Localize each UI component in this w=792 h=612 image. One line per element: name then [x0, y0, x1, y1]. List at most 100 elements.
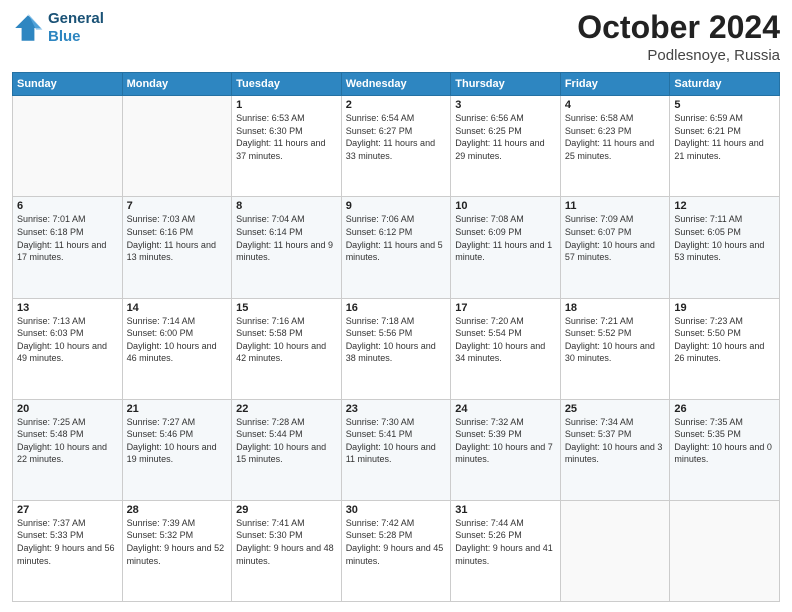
logo-text: General Blue: [48, 10, 104, 46]
title-block: October 2024 Podlesnoye, Russia: [577, 10, 780, 64]
calendar-cell: 20 Sunrise: 7:25 AMSunset: 5:48 PMDaylig…: [13, 399, 123, 500]
calendar-cell: 29 Sunrise: 7:41 AMSunset: 5:30 PMDaylig…: [232, 500, 342, 601]
calendar-week-row-3: 13 Sunrise: 7:13 AMSunset: 6:03 PMDaylig…: [13, 298, 780, 399]
day-number: 21: [127, 403, 228, 415]
day-number: 31: [455, 504, 556, 516]
day-number: 9: [346, 200, 447, 212]
day-number: 10: [455, 200, 556, 212]
calendar-cell: 21 Sunrise: 7:27 AMSunset: 5:46 PMDaylig…: [122, 399, 232, 500]
day-number: 20: [17, 403, 118, 415]
day-number: 13: [17, 302, 118, 314]
col-monday: Monday: [122, 73, 232, 96]
calendar-cell: 14 Sunrise: 7:14 AMSunset: 6:00 PMDaylig…: [122, 298, 232, 399]
day-number: 17: [455, 302, 556, 314]
day-number: 27: [17, 504, 118, 516]
day-info: Sunrise: 7:03 AMSunset: 6:16 PMDaylight:…: [127, 213, 228, 263]
col-sunday: Sunday: [13, 73, 123, 96]
calendar-cell: 23 Sunrise: 7:30 AMSunset: 5:41 PMDaylig…: [341, 399, 451, 500]
day-number: 29: [236, 504, 337, 516]
calendar-cell: 28 Sunrise: 7:39 AMSunset: 5:32 PMDaylig…: [122, 500, 232, 601]
day-info: Sunrise: 7:32 AMSunset: 5:39 PMDaylight:…: [455, 416, 556, 466]
day-number: 28: [127, 504, 228, 516]
day-info: Sunrise: 7:44 AMSunset: 5:26 PMDaylight:…: [455, 517, 556, 567]
calendar-cell: 6 Sunrise: 7:01 AMSunset: 6:18 PMDayligh…: [13, 197, 123, 298]
calendar-cell: 30 Sunrise: 7:42 AMSunset: 5:28 PMDaylig…: [341, 500, 451, 601]
calendar-cell: 27 Sunrise: 7:37 AMSunset: 5:33 PMDaylig…: [13, 500, 123, 601]
calendar-header-row: Sunday Monday Tuesday Wednesday Thursday…: [13, 73, 780, 96]
calendar-cell: 5 Sunrise: 6:59 AMSunset: 6:21 PMDayligh…: [670, 96, 780, 197]
day-info: Sunrise: 7:39 AMSunset: 5:32 PMDaylight:…: [127, 517, 228, 567]
col-wednesday: Wednesday: [341, 73, 451, 96]
logo: General Blue: [12, 10, 104, 46]
calendar-cell: 7 Sunrise: 7:03 AMSunset: 6:16 PMDayligh…: [122, 197, 232, 298]
day-number: 3: [455, 99, 556, 111]
calendar-week-row-2: 6 Sunrise: 7:01 AMSunset: 6:18 PMDayligh…: [13, 197, 780, 298]
day-info: Sunrise: 7:08 AMSunset: 6:09 PMDaylight:…: [455, 213, 556, 263]
day-info: Sunrise: 7:09 AMSunset: 6:07 PMDaylight:…: [565, 213, 666, 263]
day-number: 18: [565, 302, 666, 314]
day-number: 30: [346, 504, 447, 516]
calendar-cell: 19 Sunrise: 7:23 AMSunset: 5:50 PMDaylig…: [670, 298, 780, 399]
calendar-week-row-5: 27 Sunrise: 7:37 AMSunset: 5:33 PMDaylig…: [13, 500, 780, 601]
calendar-cell: 1 Sunrise: 6:53 AMSunset: 6:30 PMDayligh…: [232, 96, 342, 197]
day-info: Sunrise: 7:42 AMSunset: 5:28 PMDaylight:…: [346, 517, 447, 567]
calendar-cell: [122, 96, 232, 197]
day-number: 14: [127, 302, 228, 314]
calendar-cell: 2 Sunrise: 6:54 AMSunset: 6:27 PMDayligh…: [341, 96, 451, 197]
day-number: 8: [236, 200, 337, 212]
day-info: Sunrise: 6:59 AMSunset: 6:21 PMDaylight:…: [674, 112, 775, 162]
day-info: Sunrise: 7:35 AMSunset: 5:35 PMDaylight:…: [674, 416, 775, 466]
day-info: Sunrise: 7:04 AMSunset: 6:14 PMDaylight:…: [236, 213, 337, 263]
day-number: 23: [346, 403, 447, 415]
logo-icon: [12, 12, 44, 44]
day-number: 15: [236, 302, 337, 314]
day-info: Sunrise: 7:18 AMSunset: 5:56 PMDaylight:…: [346, 315, 447, 365]
header: General Blue October 2024 Podlesnoye, Ru…: [12, 10, 780, 64]
day-info: Sunrise: 7:37 AMSunset: 5:33 PMDaylight:…: [17, 517, 118, 567]
day-info: Sunrise: 7:14 AMSunset: 6:00 PMDaylight:…: [127, 315, 228, 365]
day-number: 4: [565, 99, 666, 111]
location-title: Podlesnoye, Russia: [577, 47, 780, 64]
calendar-cell: 18 Sunrise: 7:21 AMSunset: 5:52 PMDaylig…: [560, 298, 670, 399]
day-number: 16: [346, 302, 447, 314]
day-info: Sunrise: 6:54 AMSunset: 6:27 PMDaylight:…: [346, 112, 447, 162]
calendar-cell: 13 Sunrise: 7:13 AMSunset: 6:03 PMDaylig…: [13, 298, 123, 399]
day-number: 12: [674, 200, 775, 212]
calendar-cell: 31 Sunrise: 7:44 AMSunset: 5:26 PMDaylig…: [451, 500, 561, 601]
day-number: 22: [236, 403, 337, 415]
day-info: Sunrise: 7:06 AMSunset: 6:12 PMDaylight:…: [346, 213, 447, 263]
day-number: 6: [17, 200, 118, 212]
day-number: 7: [127, 200, 228, 212]
day-info: Sunrise: 6:56 AMSunset: 6:25 PMDaylight:…: [455, 112, 556, 162]
day-info: Sunrise: 7:20 AMSunset: 5:54 PMDaylight:…: [455, 315, 556, 365]
col-friday: Friday: [560, 73, 670, 96]
calendar-cell: 9 Sunrise: 7:06 AMSunset: 6:12 PMDayligh…: [341, 197, 451, 298]
day-number: 26: [674, 403, 775, 415]
calendar-cell: 25 Sunrise: 7:34 AMSunset: 5:37 PMDaylig…: [560, 399, 670, 500]
calendar-cell: [670, 500, 780, 601]
calendar-cell: 16 Sunrise: 7:18 AMSunset: 5:56 PMDaylig…: [341, 298, 451, 399]
day-info: Sunrise: 7:41 AMSunset: 5:30 PMDaylight:…: [236, 517, 337, 567]
day-info: Sunrise: 7:11 AMSunset: 6:05 PMDaylight:…: [674, 213, 775, 263]
calendar-cell: 22 Sunrise: 7:28 AMSunset: 5:44 PMDaylig…: [232, 399, 342, 500]
calendar-cell: 11 Sunrise: 7:09 AMSunset: 6:07 PMDaylig…: [560, 197, 670, 298]
day-info: Sunrise: 7:13 AMSunset: 6:03 PMDaylight:…: [17, 315, 118, 365]
day-number: 25: [565, 403, 666, 415]
day-info: Sunrise: 6:53 AMSunset: 6:30 PMDaylight:…: [236, 112, 337, 162]
day-info: Sunrise: 7:16 AMSunset: 5:58 PMDaylight:…: [236, 315, 337, 365]
calendar-cell: 10 Sunrise: 7:08 AMSunset: 6:09 PMDaylig…: [451, 197, 561, 298]
col-thursday: Thursday: [451, 73, 561, 96]
calendar-table: Sunday Monday Tuesday Wednesday Thursday…: [12, 72, 780, 602]
day-info: Sunrise: 7:23 AMSunset: 5:50 PMDaylight:…: [674, 315, 775, 365]
day-number: 2: [346, 99, 447, 111]
calendar-cell: 8 Sunrise: 7:04 AMSunset: 6:14 PMDayligh…: [232, 197, 342, 298]
calendar-cell: [13, 96, 123, 197]
day-number: 1: [236, 99, 337, 111]
day-info: Sunrise: 7:01 AMSunset: 6:18 PMDaylight:…: [17, 213, 118, 263]
day-info: Sunrise: 6:58 AMSunset: 6:23 PMDaylight:…: [565, 112, 666, 162]
calendar-cell: 17 Sunrise: 7:20 AMSunset: 5:54 PMDaylig…: [451, 298, 561, 399]
calendar-cell: 24 Sunrise: 7:32 AMSunset: 5:39 PMDaylig…: [451, 399, 561, 500]
day-number: 5: [674, 99, 775, 111]
day-info: Sunrise: 7:30 AMSunset: 5:41 PMDaylight:…: [346, 416, 447, 466]
month-title: October 2024: [577, 10, 780, 45]
